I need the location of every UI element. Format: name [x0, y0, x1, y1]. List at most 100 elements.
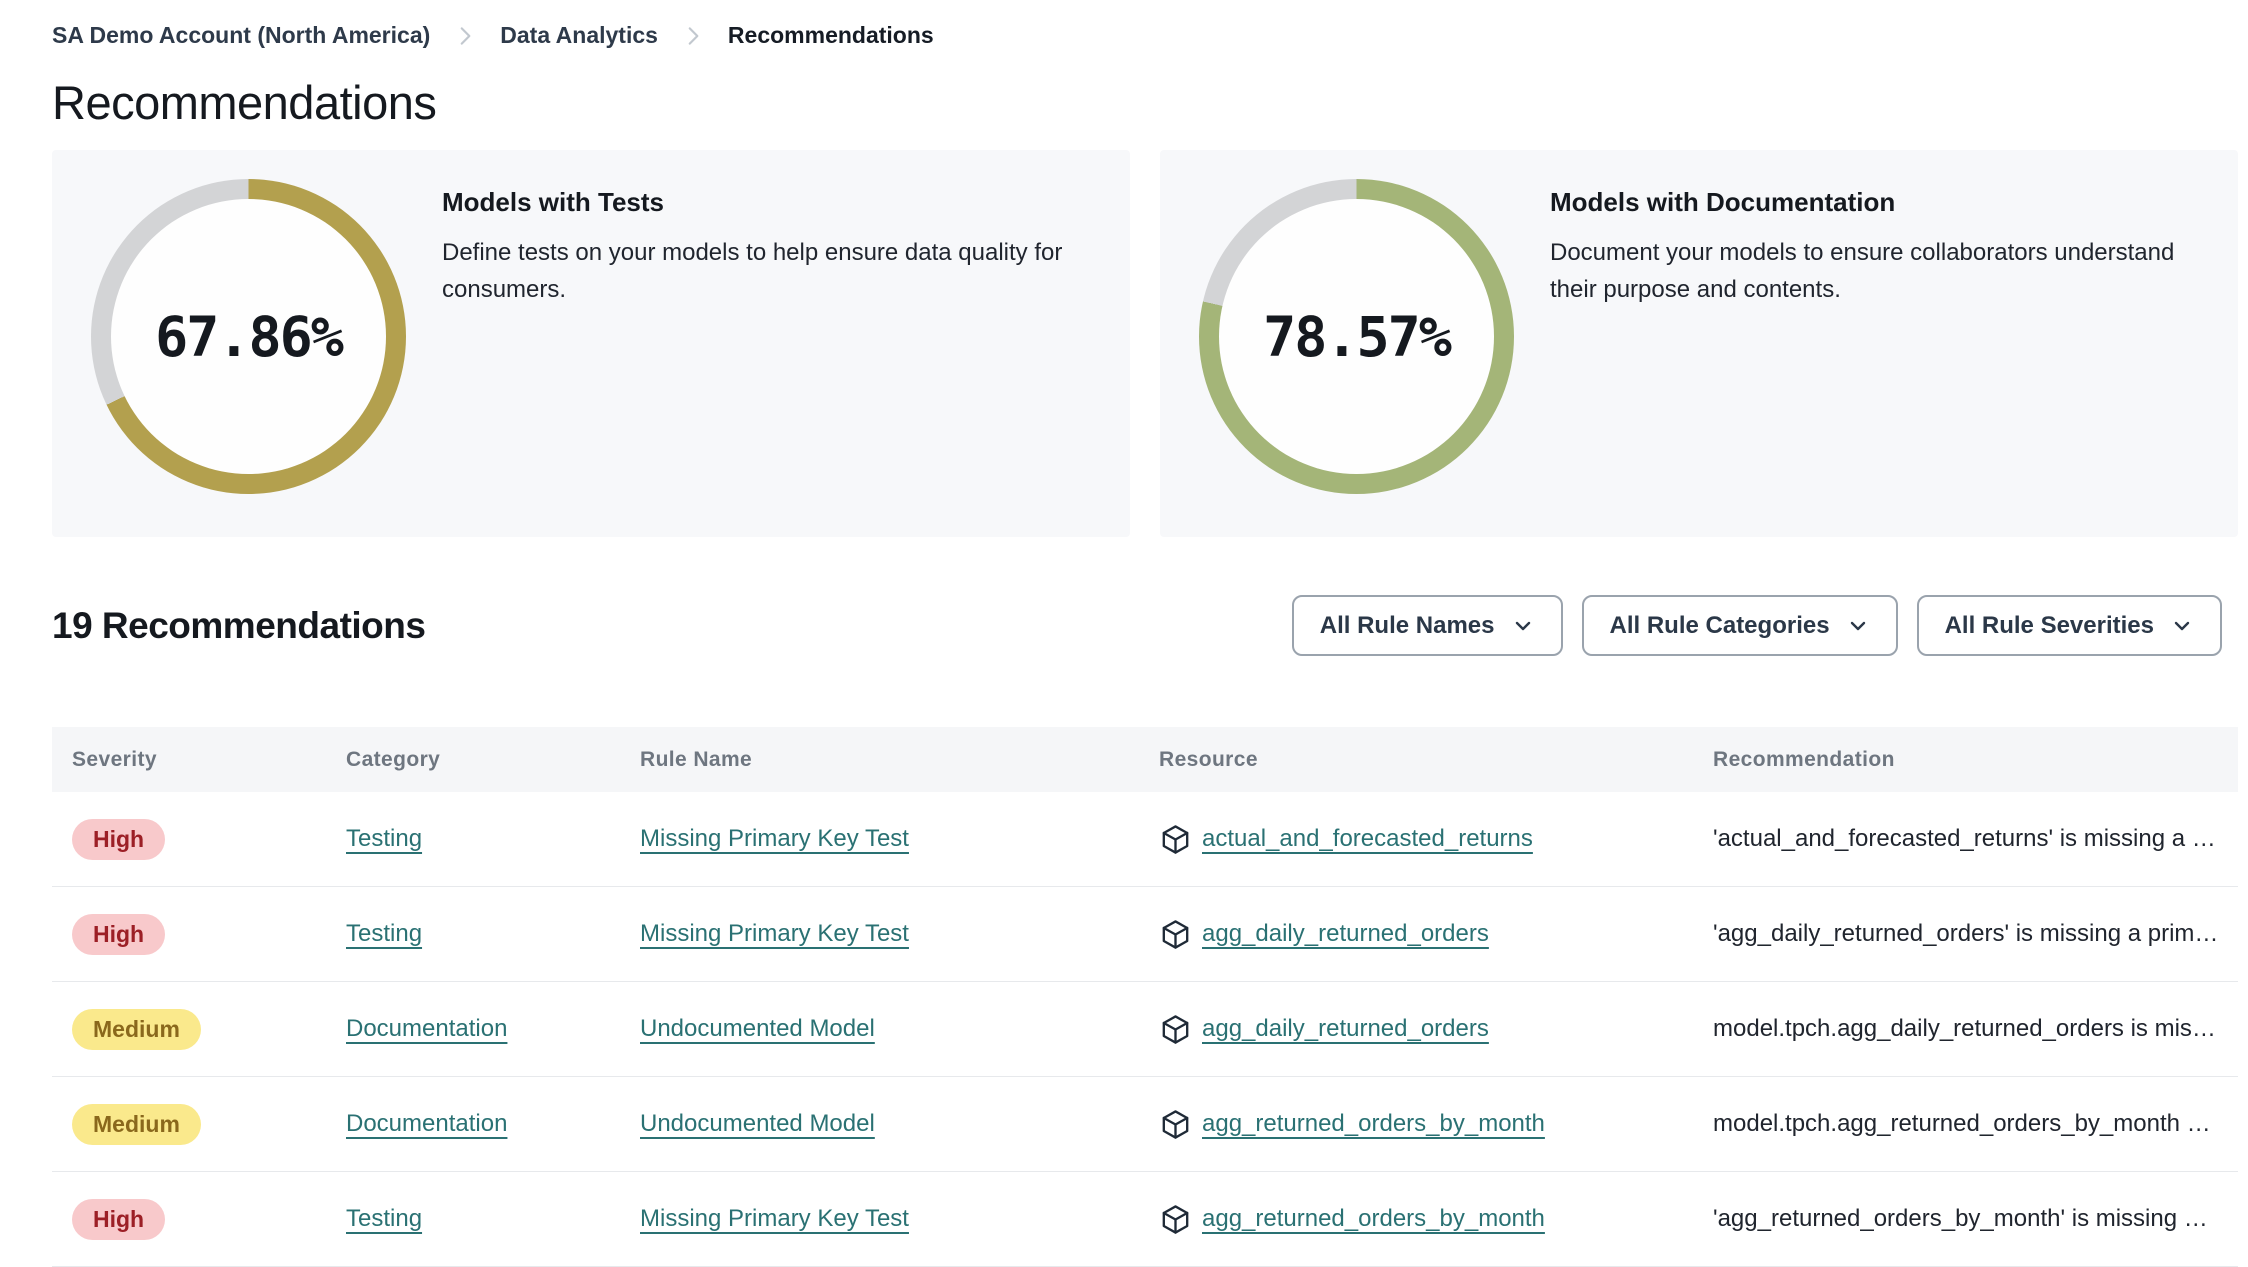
card-title: Models with Tests	[442, 187, 664, 217]
breadcrumb: SA Demo Account (North America) Data Ana…	[52, 22, 2238, 49]
resource-link[interactable]: agg_returned_orders_by_month	[1202, 1110, 1545, 1138]
column-header-resource: Resource	[1159, 747, 1258, 771]
category-link[interactable]: Documentation	[346, 1015, 507, 1042]
rule-severities-filter-dropdown[interactable]: All Rule Severities	[1916, 595, 2222, 657]
rule-names-filter-dropdown[interactable]: All Rule Names	[1291, 595, 1563, 657]
category-link[interactable]: Testing	[346, 920, 422, 947]
table-row: High Testing Missing Primary Key Test ac…	[52, 792, 2238, 888]
rule-name-link[interactable]: Missing Primary Key Test	[640, 825, 909, 852]
recommendation-cell: model.tpch.agg_returned_orders_by_month …	[1713, 1110, 2238, 1138]
chevron-right-icon	[680, 23, 706, 49]
category-cell: Testing	[346, 920, 640, 948]
severity-badge: High	[72, 1198, 166, 1240]
severity-badge: High	[72, 913, 166, 955]
column-header-category: Category	[346, 747, 441, 771]
rule-name-cell: Undocumented Model	[640, 1015, 1159, 1043]
breadcrumb-item-project[interactable]: Data Analytics	[500, 22, 658, 49]
card-title: Models with Documentation	[1550, 187, 1896, 217]
rule-name-link[interactable]: Missing Primary Key Test	[640, 1205, 909, 1232]
table-row: Medium Documentation Undocumented Model …	[52, 1077, 2238, 1173]
resource-link[interactable]: actual_and_forecasted_returns	[1202, 825, 1533, 853]
recommendation-cell: 'actual_and_forecasted_returns' is missi…	[1713, 825, 2238, 853]
chevron-down-icon	[2170, 614, 2194, 638]
list-header: 19 Recommendations All Rule Names All Ru…	[52, 574, 2238, 677]
documentation-percent-value: 78.57%	[1263, 304, 1452, 369]
recommendations-page: SA Demo Account (North America) Data Ana…	[0, 0, 2248, 1267]
category-link[interactable]: Documentation	[346, 1110, 507, 1137]
resource-cell: actual_and_forecasted_returns	[1159, 823, 1713, 856]
severity-cell: High	[72, 818, 346, 860]
severity-badge: Medium	[72, 1103, 201, 1145]
category-cell: Documentation	[346, 1110, 640, 1138]
card-text: Models with Tests Define tests on your m…	[442, 187, 1082, 308]
column-header-severity: Severity	[72, 747, 157, 771]
severity-badge: High	[72, 818, 166, 860]
rule-name-link[interactable]: Undocumented Model	[640, 1110, 875, 1137]
donut-hole: 78.57%	[1219, 199, 1494, 474]
rule-name-cell: Missing Primary Key Test	[640, 1205, 1159, 1233]
severity-cell: Medium	[72, 1103, 346, 1145]
breadcrumb-item-account[interactable]: SA Demo Account (North America)	[52, 22, 430, 49]
table-header-row: Severity Category Rule Name Resource Rec…	[52, 727, 2238, 793]
card-description: Define tests on your models to help ensu…	[442, 239, 1063, 303]
cube-icon	[1162, 1110, 1189, 1139]
card-description: Document your models to ensure collabora…	[1550, 239, 2175, 303]
severity-cell: Medium	[72, 1008, 346, 1050]
category-cell: Testing	[346, 1205, 640, 1233]
column-header-rule-name: Rule Name	[640, 747, 753, 771]
category-link[interactable]: Testing	[346, 1205, 422, 1232]
card-text: Models with Documentation Document your …	[1550, 187, 2190, 308]
category-cell: Documentation	[346, 1015, 640, 1043]
recommendation-text: 'agg_daily_returned_orders' is missing a…	[1713, 920, 2219, 948]
filter-label: All Rule Severities	[1944, 611, 2154, 639]
resource-cell: agg_returned_orders_by_month	[1159, 1108, 1713, 1141]
column-header-recommendation: Recommendation	[1713, 747, 1895, 771]
resource-cell: agg_returned_orders_by_month	[1159, 1203, 1713, 1236]
cube-icon	[1162, 920, 1189, 949]
resource-link[interactable]: agg_daily_returned_orders	[1202, 1015, 1489, 1043]
tests-donut-chart: 67.86%	[91, 179, 406, 494]
resource-cell: agg_daily_returned_orders	[1159, 918, 1713, 951]
recommendation-cell: 'agg_returned_orders_by_month' is missin…	[1713, 1205, 2238, 1233]
filters: All Rule Names All Rule Categories All R…	[1291, 595, 2222, 657]
donut-hole: 67.86%	[111, 199, 386, 474]
recommendation-cell: 'agg_daily_returned_orders' is missing a…	[1713, 920, 2238, 948]
rule-name-cell: Missing Primary Key Test	[640, 920, 1159, 948]
cube-icon	[1162, 1015, 1189, 1044]
resource-cell: agg_daily_returned_orders	[1159, 1013, 1713, 1046]
filter-label: All Rule Names	[1319, 611, 1495, 639]
cube-icon	[1162, 1205, 1189, 1234]
recommendations-count: 19 Recommendations	[52, 604, 426, 646]
recommendation-text: 'actual_and_forecasted_returns' is missi…	[1713, 825, 2216, 853]
table-row: Medium Documentation Undocumented Model …	[52, 982, 2238, 1078]
recommendation-cell: model.tpch.agg_daily_returned_orders is …	[1713, 1015, 2238, 1043]
rule-name-link[interactable]: Missing Primary Key Test	[640, 920, 909, 947]
card-models-with-tests: 67.86% Models with Tests Define tests on…	[52, 150, 1130, 537]
severity-cell: High	[72, 913, 346, 955]
rule-name-cell: Undocumented Model	[640, 1110, 1159, 1138]
chevron-down-icon	[1846, 614, 1870, 638]
severity-badge: Medium	[72, 1008, 201, 1050]
chevron-right-icon	[452, 23, 478, 49]
rule-name-link[interactable]: Undocumented Model	[640, 1015, 875, 1042]
recommendation-text: model.tpch.agg_returned_orders_by_month …	[1713, 1110, 2211, 1138]
metric-cards: 67.86% Models with Tests Define tests on…	[52, 150, 2238, 537]
recommendation-text: 'agg_returned_orders_by_month' is missin…	[1713, 1205, 2208, 1233]
table-body: High Testing Missing Primary Key Test ac…	[52, 792, 2238, 1267]
severity-cell: High	[72, 1198, 346, 1240]
recommendation-text: model.tpch.agg_daily_returned_orders is …	[1713, 1015, 2216, 1043]
cube-icon	[1162, 825, 1189, 854]
breadcrumb-item-current: Recommendations	[727, 22, 934, 48]
category-cell: Testing	[346, 825, 640, 853]
recommendations-table: Severity Category Rule Name Resource Rec…	[52, 727, 2238, 1267]
resource-link[interactable]: agg_daily_returned_orders	[1202, 920, 1489, 948]
documentation-donut-chart: 78.57%	[1199, 179, 1514, 494]
page-title: Recommendations	[52, 76, 437, 129]
rule-categories-filter-dropdown[interactable]: All Rule Categories	[1581, 595, 1898, 657]
tests-percent-value: 67.86%	[155, 304, 344, 369]
table-row: High Testing Missing Primary Key Test ag…	[52, 887, 2238, 983]
filter-label: All Rule Categories	[1609, 611, 1830, 639]
chevron-down-icon	[1511, 614, 1535, 638]
resource-link[interactable]: agg_returned_orders_by_month	[1202, 1205, 1545, 1233]
category-link[interactable]: Testing	[346, 825, 422, 852]
